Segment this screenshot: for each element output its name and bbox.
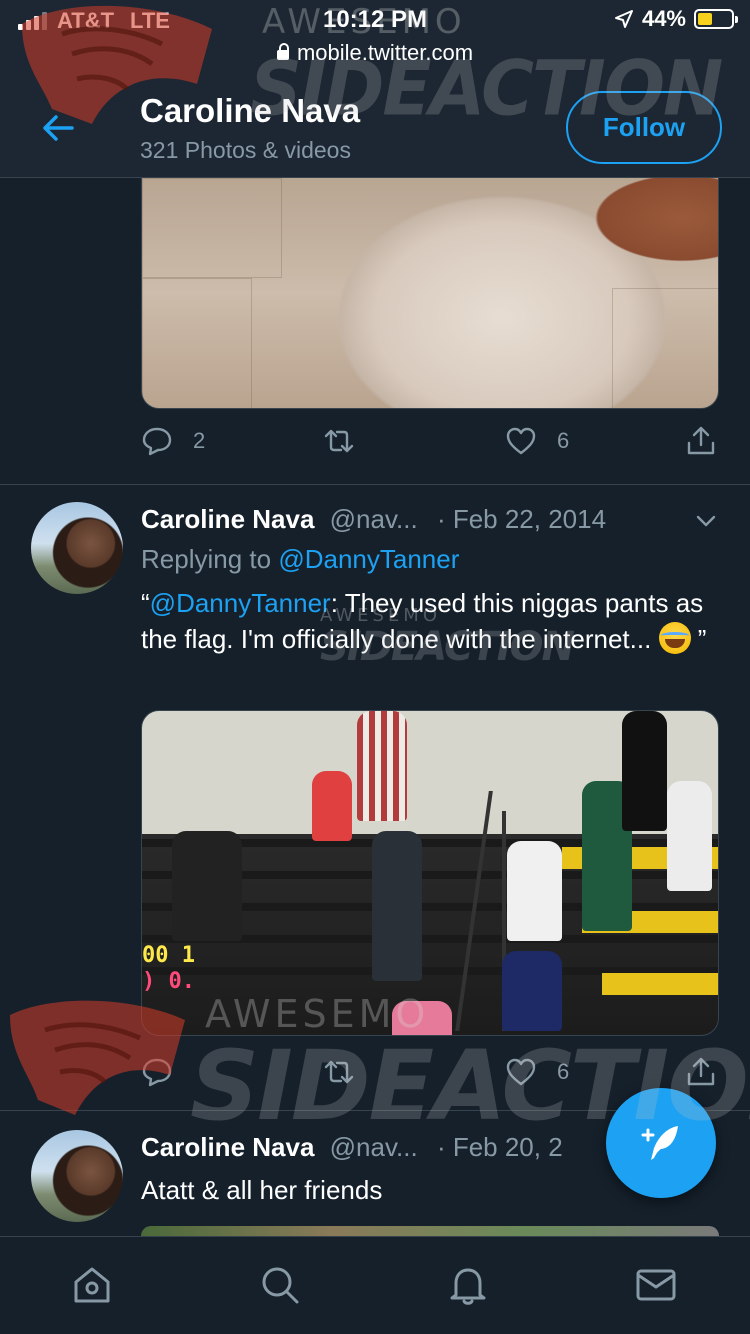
battery-percent: 44%: [641, 6, 686, 31]
reply-icon: [142, 427, 172, 456]
heart-icon: [506, 1058, 536, 1086]
share-icon: [687, 1057, 715, 1086]
tweet-3-header: Caroline Nava @nav... · Feb 20, 2: [141, 1132, 563, 1163]
close-quote: ”: [690, 624, 707, 654]
compose-tweet-button[interactable]: [606, 1088, 716, 1198]
address-bar[interactable]: mobile.twitter.com: [0, 40, 750, 66]
replying-to: Replying to @DannyTanner: [141, 544, 459, 575]
location-arrow-icon: [614, 10, 633, 28]
search-icon: [262, 1267, 299, 1304]
like-count: 6: [557, 428, 570, 453]
follow-button[interactable]: Follow: [566, 91, 722, 164]
home-icon: [74, 1267, 110, 1303]
laughing-emoji-icon: [658, 622, 691, 654]
avatar[interactable]: [31, 502, 123, 594]
reply-count: 2: [193, 428, 206, 453]
media-count: 321 Photos & videos: [140, 137, 351, 163]
profile-name: Caroline Nava: [140, 92, 361, 129]
person: [357, 711, 407, 821]
tweet-1-photo[interactable]: [141, 178, 719, 409]
chevron-down-icon[interactable]: [694, 509, 718, 533]
author-name[interactable]: Caroline Nava: [141, 1132, 314, 1162]
tweet-date[interactable]: · Feb 22, 2014: [437, 504, 606, 534]
author-name[interactable]: Caroline Nava: [141, 504, 314, 534]
tweet-2-text: “@DannyTanner: They used this niggas pan…: [141, 585, 716, 657]
reply-icon: [142, 1058, 172, 1087]
avatar[interactable]: [31, 1130, 123, 1222]
person: [392, 1001, 452, 1035]
person: [502, 951, 562, 1031]
lock-icon: [276, 43, 289, 60]
tweet-2-header: Caroline Nava @nav... · Feb 22, 2014: [141, 504, 606, 535]
compose-feather-icon: [641, 1126, 678, 1160]
tweet-1-actions: 2 6: [141, 425, 721, 465]
replying-prefix: Replying to: [141, 544, 272, 574]
tweet-divider: [0, 484, 750, 485]
tweet-3-photo[interactable]: [141, 1226, 719, 1236]
scoreboard: 00 1 ) 0.: [142, 943, 195, 995]
like-action[interactable]: 6: [505, 425, 569, 457]
battery-icon: [694, 9, 738, 29]
replying-mention[interactable]: @DannyTanner: [278, 544, 459, 574]
reply-action[interactable]: [141, 1056, 173, 1088]
profile-header: Caroline Nava 321 Photos & videos Follow: [0, 80, 750, 178]
score-top: 00 1: [142, 943, 195, 968]
retweet-icon: [324, 429, 354, 453]
share-action[interactable]: [685, 425, 717, 457]
retweet-action[interactable]: [323, 425, 355, 457]
tab-notifications[interactable]: [446, 1263, 490, 1307]
floor-tile: [612, 288, 718, 408]
retweet-action[interactable]: [323, 1056, 355, 1088]
person: [622, 711, 667, 831]
person: [172, 831, 242, 941]
heart-icon: [506, 427, 536, 455]
open-quote: “: [141, 588, 150, 618]
floor-tile: [142, 278, 252, 408]
score-bottom: ) 0.: [142, 969, 195, 994]
url-text: mobile.twitter.com: [296, 40, 474, 65]
tweet-2-photo[interactable]: 00 1 ) 0.: [141, 710, 719, 1036]
person: [372, 831, 422, 981]
author-handle[interactable]: @nav...: [330, 1132, 418, 1162]
tab-messages[interactable]: [634, 1263, 678, 1307]
yellow-step: [602, 973, 718, 995]
status-bar: AT&T LTE 10:12 PM 44% mobile.twitter.com: [0, 0, 750, 80]
tweet-date[interactable]: · Feb 20, 2: [437, 1132, 563, 1162]
notifications-icon: [450, 1268, 486, 1305]
messages-icon: [636, 1269, 676, 1301]
author-handle[interactable]: @nav...: [330, 504, 418, 534]
stair-rail: [455, 791, 493, 1031]
battery-fill: [698, 13, 713, 25]
retweet-icon: [324, 1060, 354, 1084]
tab-search[interactable]: [258, 1263, 302, 1307]
tab-home[interactable]: [70, 1263, 114, 1307]
tweet-2-actions: 6: [141, 1056, 721, 1096]
person: [507, 841, 562, 941]
reply-action[interactable]: 2: [141, 425, 205, 457]
text-mention[interactable]: @DannyTanner: [150, 588, 331, 618]
back-arrow-icon[interactable]: [38, 108, 78, 148]
like-action[interactable]: 6: [505, 1056, 569, 1088]
share-action[interactable]: [685, 1056, 717, 1088]
like-count: 6: [557, 1059, 570, 1084]
status-right: 44%: [614, 6, 738, 32]
person: [667, 781, 712, 891]
bottom-tab-bar: [0, 1236, 750, 1334]
share-icon: [687, 426, 715, 455]
floor-tile: [142, 178, 282, 278]
person: [312, 771, 352, 841]
